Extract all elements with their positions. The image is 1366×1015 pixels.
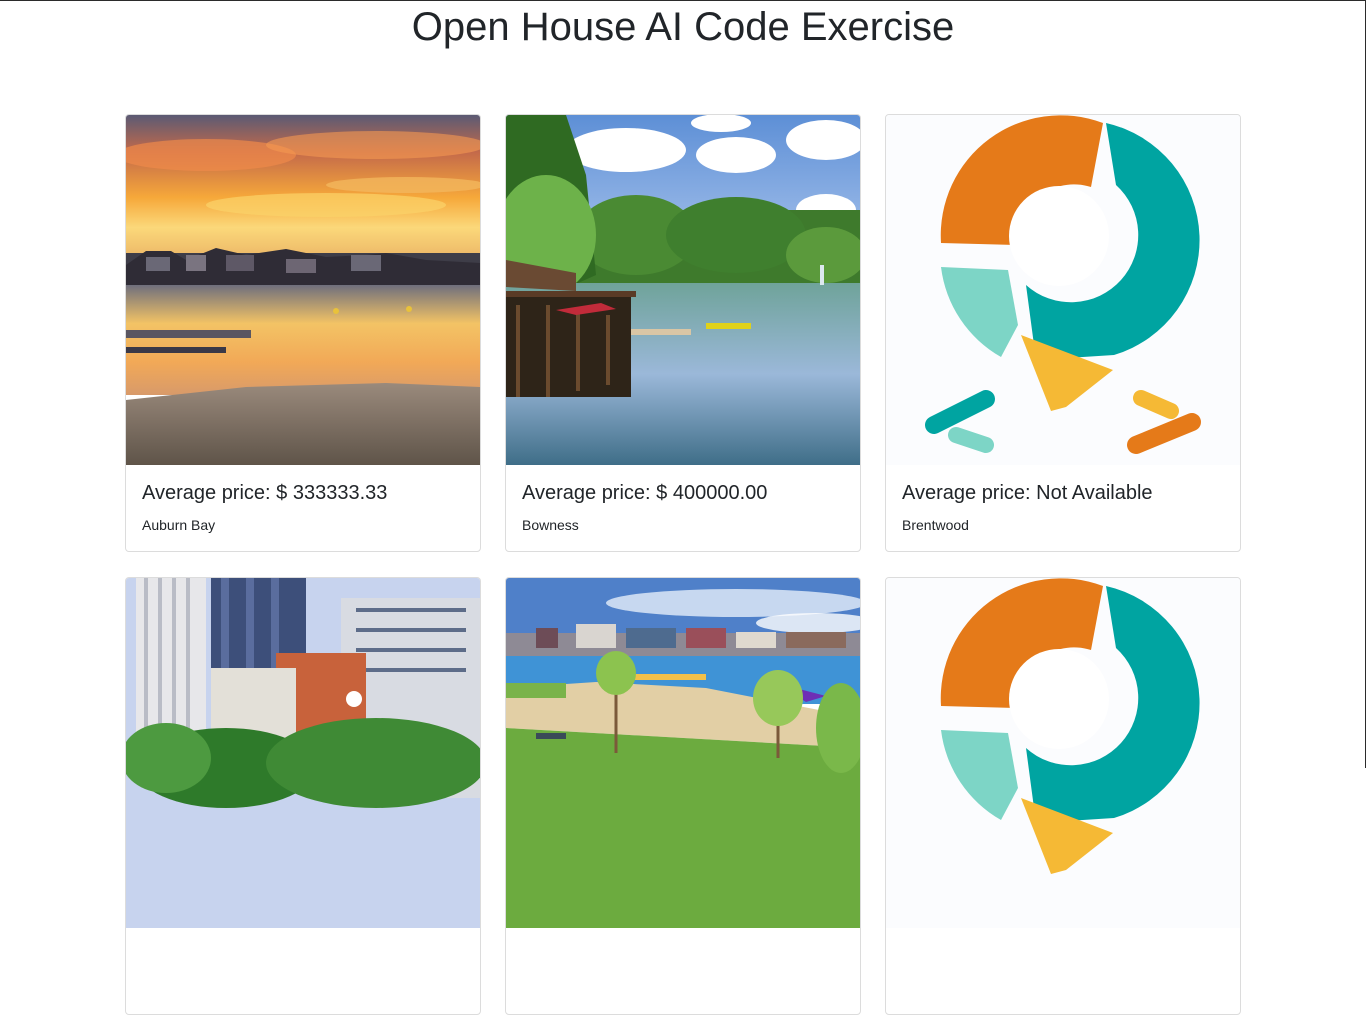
community-card[interactable] xyxy=(505,577,861,1015)
average-price-value: Not Available xyxy=(1036,482,1153,504)
open-house-ai-logo-placeholder xyxy=(886,578,1240,928)
average-price: Average price: $ 333333.33 xyxy=(142,481,464,505)
community-card[interactable]: Average price: $ 333333.33 Auburn Bay xyxy=(125,114,481,552)
community-name: Bowness xyxy=(522,517,579,533)
community-photo-park-lake xyxy=(506,115,860,465)
community-name: Brentwood xyxy=(902,517,969,533)
community-card[interactable] xyxy=(885,577,1241,1015)
community-grid: Average price: $ 333333.33 Auburn Bay Av… xyxy=(125,114,1241,1015)
page-title: Open House AI Code Exercise xyxy=(411,5,955,49)
community-name: Auburn Bay xyxy=(142,517,216,533)
average-price-value: $ 333333.33 xyxy=(276,482,388,504)
community-card[interactable] xyxy=(125,577,481,1015)
open-house-ai-logo-placeholder xyxy=(886,115,1240,465)
average-price: Average price: Not Available xyxy=(902,481,1224,505)
community-photo-downtown xyxy=(126,578,480,928)
community-card[interactable]: Average price: $ 400000.00 Bowness xyxy=(505,114,861,552)
community-card[interactable]: Average price: Not Available Brentwood xyxy=(885,114,1241,552)
average-price-label: Average price: xyxy=(522,482,657,504)
average-price: Average price: $ 400000.00 xyxy=(522,481,844,505)
average-price-value: $ 400000.00 xyxy=(656,482,768,504)
average-price-label: Average price: xyxy=(902,482,1037,504)
average-price-label: Average price: xyxy=(142,482,277,504)
community-photo-lake-beach xyxy=(506,578,860,928)
community-photo-sunset-lake xyxy=(126,115,480,465)
